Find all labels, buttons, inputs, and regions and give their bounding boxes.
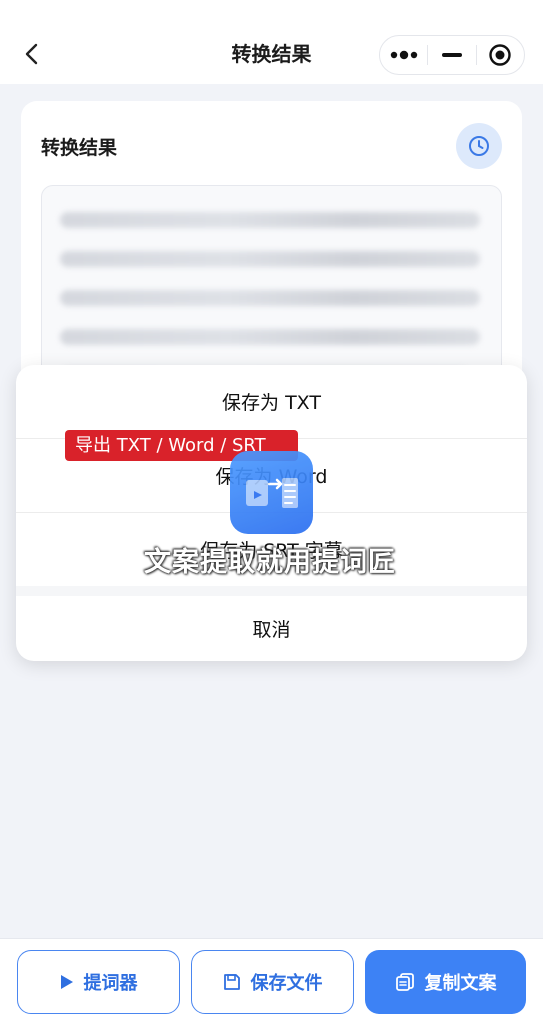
copy-icon xyxy=(395,972,415,992)
save-file-label: 保存文件 xyxy=(250,973,323,994)
more-dots-icon xyxy=(390,50,417,60)
clock-icon xyxy=(469,136,489,156)
app-logo-icon xyxy=(230,451,313,534)
convert-icon xyxy=(245,477,298,508)
minimize-button[interactable] xyxy=(428,36,475,74)
save-file-button[interactable]: 保存文件 xyxy=(191,950,354,1014)
brand-watermark: 文案提取就用提词匠 xyxy=(144,547,396,578)
more-button[interactable] xyxy=(380,36,427,74)
blurred-text-line xyxy=(60,212,480,228)
minimize-icon xyxy=(441,53,462,57)
prompter-button[interactable]: 提词器 xyxy=(17,950,180,1014)
save-icon xyxy=(223,973,241,991)
blurred-text-line xyxy=(60,251,480,267)
play-icon xyxy=(60,974,74,990)
history-button[interactable] xyxy=(456,123,502,169)
blurred-text-line xyxy=(60,290,480,306)
save-txt-option[interactable]: 保存为 TXT xyxy=(16,365,527,438)
blurred-text-line xyxy=(60,329,480,345)
result-card: 转换结果 xyxy=(21,101,522,405)
cancel-option[interactable]: 取消 xyxy=(16,596,527,661)
sheet-gap xyxy=(16,586,527,596)
prompter-label: 提词器 xyxy=(83,973,138,994)
mini-program-capsule xyxy=(379,35,525,75)
record-icon xyxy=(489,44,512,66)
copy-text-button[interactable]: 复制文案 xyxy=(365,950,526,1014)
close-mini-program-button[interactable] xyxy=(477,36,524,74)
bottom-action-bar: 提词器 保存文件 复制文案 xyxy=(0,938,543,1024)
copy-text-label: 复制文案 xyxy=(424,973,497,994)
card-title: 转换结果 xyxy=(41,137,118,159)
nav-bar: 转换结果 xyxy=(0,0,543,84)
